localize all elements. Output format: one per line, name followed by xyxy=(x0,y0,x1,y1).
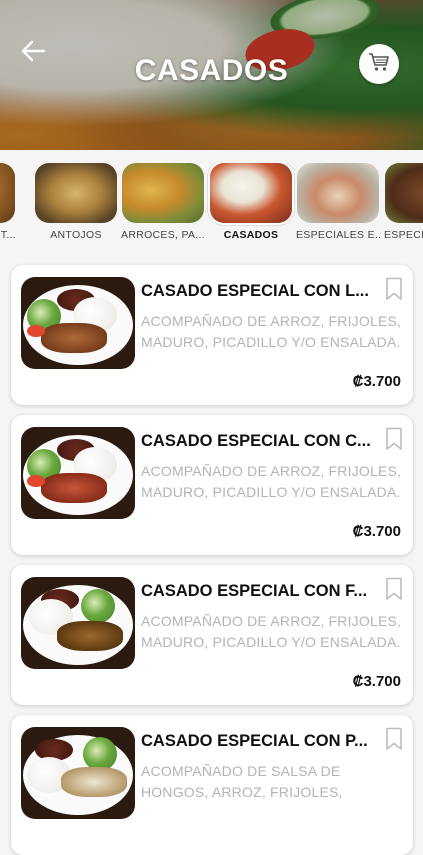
category-item[interactable]: ARROCES, PA... xyxy=(121,163,205,241)
dish-description: ACOMPAÑADO DE SALSA DE HONGOS, ARROZ, FR… xyxy=(141,763,343,800)
dish-image xyxy=(21,427,135,519)
category-label: CASADOS xyxy=(223,229,279,241)
category-item[interactable]: T... xyxy=(0,163,16,241)
category-thumbnail xyxy=(210,163,292,223)
category-label: ANTOJOS xyxy=(50,229,102,241)
category-thumbnail xyxy=(122,163,204,223)
menu-item-card[interactable]: CASADO ESPECIAL CON L... ACOMPAÑADO DE A… xyxy=(11,265,413,405)
category-label: ARROCES, PA... xyxy=(121,229,205,241)
shopping-cart-icon xyxy=(368,52,390,77)
cart-button[interactable] xyxy=(359,44,399,84)
category-item[interactable]: ANTOJOS xyxy=(34,163,118,241)
category-thumbnail xyxy=(0,163,15,223)
dish-image xyxy=(21,727,135,819)
bookmark-icon[interactable] xyxy=(385,577,403,601)
dish-description: ACOMPAÑADO DE ARROZ, FRIJOLES, MADURO, P… xyxy=(141,313,402,350)
menu-item-card[interactable]: CASADO ESPECIAL CON F... ACOMPAÑADO DE A… xyxy=(11,565,413,705)
dish-name: CASADO ESPECIAL CON F... xyxy=(141,582,368,600)
bookmark-icon[interactable] xyxy=(385,727,403,751)
bookmark-icon[interactable] xyxy=(385,427,403,451)
category-item[interactable]: ESPECI... xyxy=(384,163,423,241)
dish-name: CASADO ESPECIAL CON P... xyxy=(141,732,368,750)
dish-price: ₡3.700 xyxy=(352,373,401,390)
category-item-active[interactable]: CASADOS xyxy=(209,163,293,241)
category-label: ESPECI... xyxy=(384,229,423,241)
menu-item-card[interactable]: CASADO ESPECIAL CON P... ACOMPAÑADO DE S… xyxy=(11,715,413,855)
dish-description: ACOMPAÑADO DE ARROZ, FRIJOLES, MADURO, P… xyxy=(141,463,402,500)
category-thumbnail xyxy=(297,163,379,223)
menu-item-card[interactable]: CASADO ESPECIAL CON C... ACOMPAÑADO DE A… xyxy=(11,415,413,555)
category-thumbnail xyxy=(35,163,117,223)
category-carousel[interactable]: T... ANTOJOS ARROCES, PA... CASADOS ESPE… xyxy=(0,163,423,245)
category-label: ESPECIALES E... xyxy=(296,229,380,241)
dish-description: ACOMPAÑADO DE ARROZ, FRIJOLES, MADURO, P… xyxy=(141,613,402,650)
dish-image xyxy=(21,277,135,369)
dish-image xyxy=(21,577,135,669)
dish-name: CASADO ESPECIAL CON L... xyxy=(141,282,369,300)
dish-price: ₡3.700 xyxy=(352,523,401,540)
category-label: T... xyxy=(0,229,16,241)
header-banner: CASADOS xyxy=(0,0,423,150)
dish-name: CASADO ESPECIAL CON C... xyxy=(141,432,371,450)
dish-price: ₡3.700 xyxy=(352,673,401,690)
category-item[interactable]: ESPECIALES E... xyxy=(296,163,380,241)
bookmark-icon[interactable] xyxy=(385,277,403,301)
category-thumbnail xyxy=(385,163,423,223)
